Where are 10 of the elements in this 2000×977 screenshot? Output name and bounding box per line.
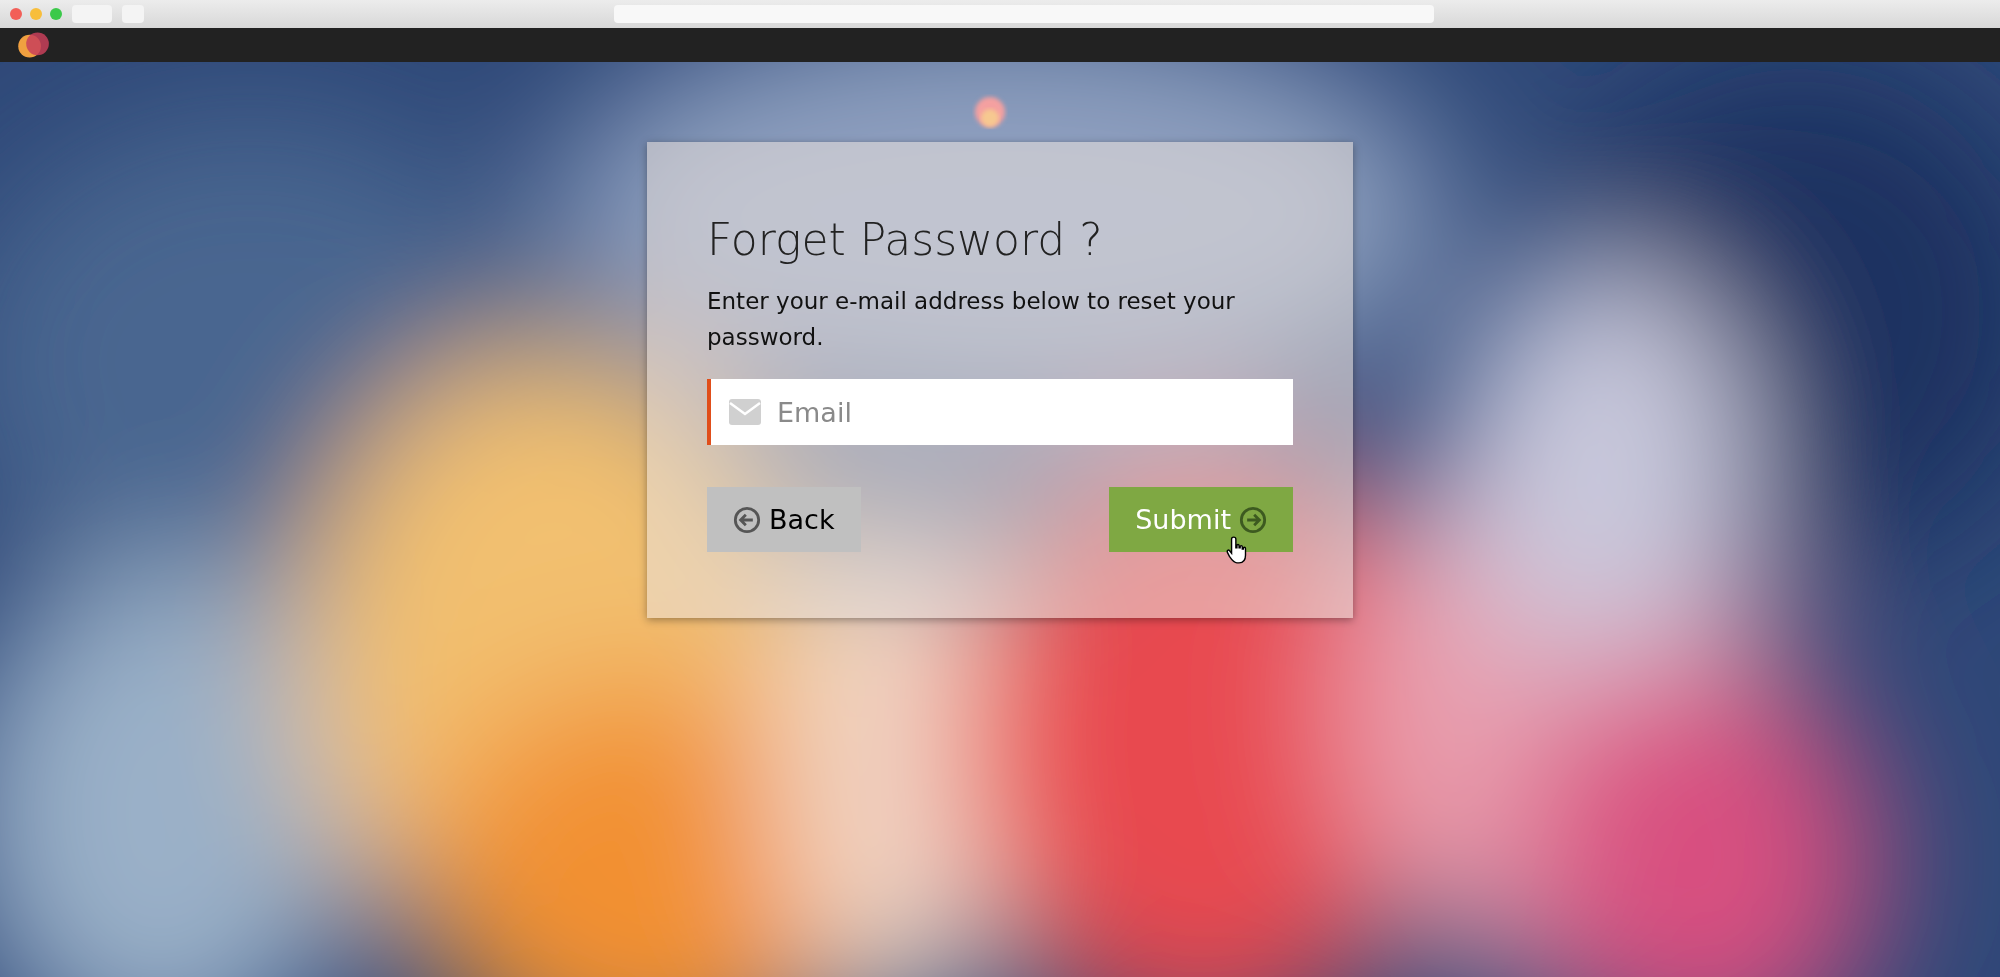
nav-button[interactable] bbox=[72, 5, 112, 23]
form-title: Forget Password ? bbox=[707, 214, 1104, 265]
form-description: Enter your e-mail address below to reset your password. bbox=[707, 287, 1236, 352]
email-field[interactable]: Email bbox=[707, 379, 1293, 445]
logo-icon bbox=[16, 30, 50, 60]
maximize-window-icon[interactable] bbox=[50, 8, 62, 20]
back-button[interactable]: Back bbox=[707, 487, 861, 552]
close-window-icon[interactable] bbox=[10, 8, 22, 20]
sidebar-button[interactable] bbox=[122, 5, 144, 23]
minimize-window-icon[interactable] bbox=[30, 8, 42, 20]
